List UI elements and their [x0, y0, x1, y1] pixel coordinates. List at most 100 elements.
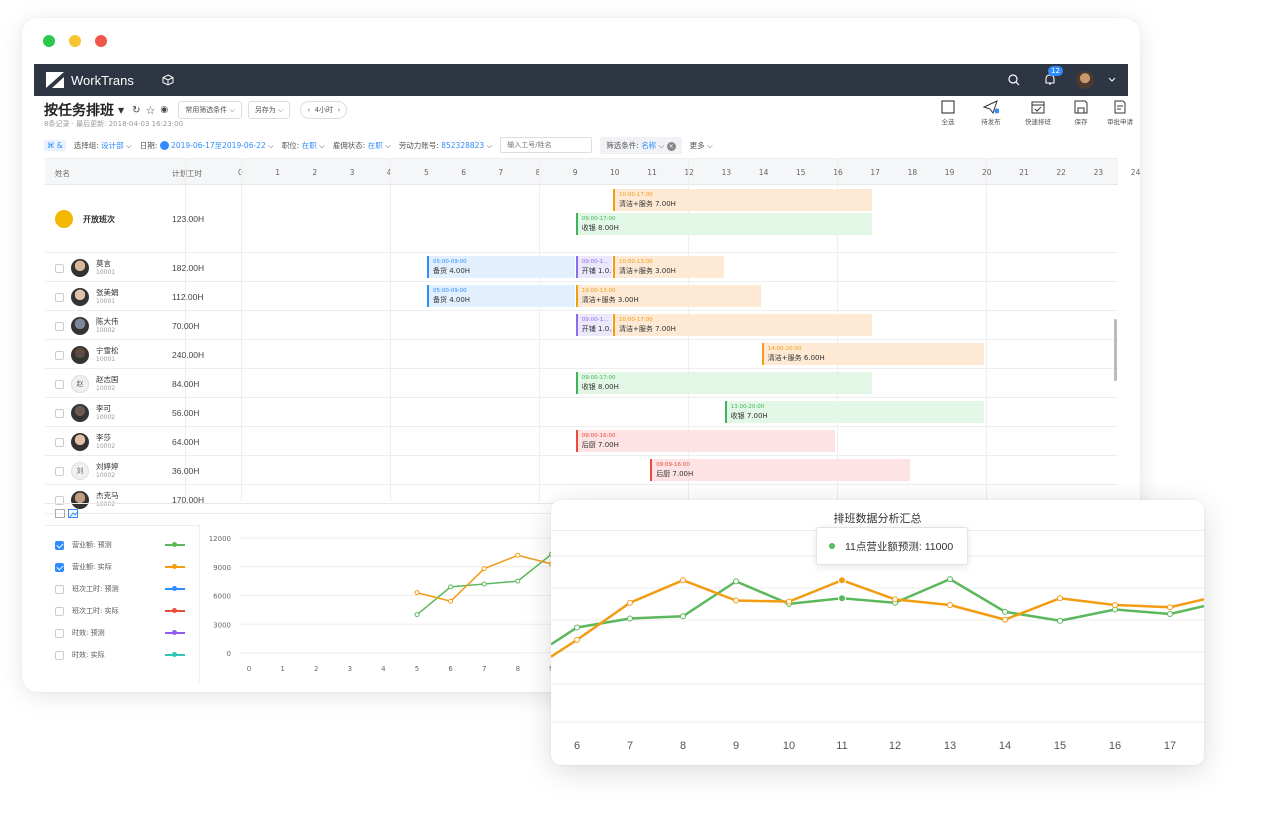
data-point[interactable] [680, 577, 686, 584]
data-point[interactable] [1002, 608, 1008, 615]
maximize-dot[interactable] [95, 35, 107, 47]
shift-block[interactable]: 10:00-13:00 清洁+服务 3.00H [575, 285, 761, 307]
data-point[interactable] [838, 576, 846, 585]
data-point[interactable] [627, 615, 633, 622]
view-toggle[interactable]: ⌘ & [44, 139, 66, 151]
row-checkbox[interactable] [55, 321, 64, 331]
data-point[interactable] [1167, 604, 1173, 611]
table-row[interactable]: 赵赵志国 10002 84.00H 09:00-17:00 收银 8.00H [45, 369, 1118, 398]
legend-item[interactable]: 时效: 预测 [55, 628, 195, 638]
shift-block[interactable]: 09:00-1... 开铺 1.0... [575, 314, 612, 336]
legend-item[interactable]: 班次工时: 实际 [55, 606, 195, 616]
row-checkbox[interactable] [55, 379, 64, 389]
data-point[interactable] [892, 596, 898, 603]
shift-block[interactable]: 10:00-17:00 清洁+服务 7.00H [613, 189, 873, 211]
shift-block[interactable]: 05:00-09:00 备货 4.00H [427, 285, 575, 307]
data-point[interactable] [414, 590, 420, 596]
search-icon[interactable] [1008, 74, 1020, 86]
legend-item[interactable]: 营业额: 实际 [55, 562, 195, 572]
notification-button[interactable]: 12 [1044, 65, 1063, 90]
toolbar-pending-publish[interactable]: 待发布 [973, 100, 1009, 126]
shift-block[interactable]: 10:00-13:00 清洁+服务 3.00H [613, 256, 724, 278]
clear-icon[interactable]: × [666, 141, 676, 151]
date-filter[interactable]: 日期: 2019-06-17至2019-06-22 ⌵ [140, 140, 274, 151]
row-checkbox[interactable] [55, 263, 64, 273]
shift-block[interactable]: 09:00-17:00 收银 8.00H [575, 213, 873, 235]
data-point[interactable] [448, 584, 454, 590]
position-filter[interactable]: 职位: 在职 ⌵ [282, 140, 325, 151]
data-point[interactable] [1167, 611, 1173, 617]
legend-checkbox[interactable] [55, 540, 64, 550]
shift-block[interactable]: 09:09-16:00 后厨 7.00H [650, 459, 910, 481]
legend-checkbox[interactable] [55, 606, 64, 616]
preset-filter-select[interactable]: 常用筛选条件 ⌵ [178, 101, 242, 119]
data-point[interactable] [1002, 616, 1008, 623]
refresh-icon[interactable]: ↻ [132, 105, 140, 116]
data-point[interactable] [1057, 595, 1063, 602]
table-row[interactable]: 陈大伟1000270.00H09:00-1...开铺 1.0...10:00-1… [45, 311, 1118, 340]
row-checkbox[interactable] [55, 466, 64, 476]
data-point[interactable] [1112, 602, 1118, 608]
data-point[interactable] [786, 598, 792, 605]
minimize-dot[interactable] [69, 35, 81, 47]
row-checkbox[interactable] [55, 408, 64, 418]
table-row[interactable]: 张美娟 10001 112.00H 05:00-09:00 备货 4.00H 10:00-… [45, 282, 1118, 311]
save-as-button[interactable]: 另存为 ⌵ [247, 101, 291, 119]
brand-logo[interactable]: WorkTrans [46, 72, 134, 88]
data-point[interactable] [1057, 617, 1063, 624]
data-point[interactable] [414, 612, 420, 618]
legend-checkbox[interactable] [55, 562, 64, 572]
toolbar-select-all[interactable]: 全选 [930, 100, 966, 126]
table-view-icon[interactable] [55, 509, 65, 518]
toolbar-approval[interactable]: 审批申请 [1102, 100, 1138, 126]
data-point[interactable] [733, 578, 739, 585]
legend-item[interactable]: 营业额: 预测 [55, 540, 195, 550]
legend-checkbox[interactable] [55, 628, 64, 638]
eye-icon[interactable]: ◉ [160, 105, 168, 115]
legend-item[interactable]: 时效: 实际 [55, 650, 195, 660]
shift-block[interactable]: 09:00-1... 开铺 1.0... [575, 256, 612, 278]
row-checkbox[interactable] [55, 350, 64, 360]
toolbar-save[interactable]: 保存 [1063, 100, 1099, 126]
line-view-icon[interactable] [68, 509, 79, 518]
table-row[interactable]: 刘刘婷婷 10002 36.00H 09:09-16:00 后厨 7.00H [45, 456, 1118, 485]
legend-checkbox[interactable] [55, 650, 64, 660]
toolbar-quick-schedule[interactable]: 快速排班 [1020, 100, 1056, 126]
data-point[interactable] [947, 602, 953, 608]
more-filter[interactable]: 更多 ⌵ [690, 140, 713, 151]
table-row[interactable]: 李莎 10002 64.00H 09:00-16:00 后厨 7.00H [45, 427, 1118, 456]
shift-block[interactable]: 13:00-20:00 收银 7.00H [724, 401, 984, 423]
data-point[interactable] [481, 566, 487, 572]
title-dropdown-icon[interactable]: ▼ [118, 106, 124, 115]
employee-search-input[interactable] [500, 137, 593, 153]
star-icon[interactable]: ☆ [146, 104, 156, 117]
shift-block[interactable]: 05:00-09:00 备货 4.00H [427, 256, 575, 278]
data-point[interactable] [515, 552, 521, 558]
labor-account-filter[interactable]: 劳动力账号: 852328823 ⌵ [399, 140, 492, 151]
chevron-down-icon[interactable] [1108, 77, 1116, 83]
data-point[interactable] [947, 576, 953, 583]
row-checkbox[interactable] [55, 437, 64, 447]
cube-icon[interactable] [162, 74, 174, 86]
row-checkbox[interactable] [55, 292, 64, 302]
shift-block[interactable]: 10:00-17:00 清洁+服务 7.00H [613, 314, 873, 336]
shift-block[interactable]: 09:00-17:00 收银 8.00H [575, 372, 873, 394]
table-row[interactable]: 宁雪松 10001 240.00H 14:00-20:00 清洁+服务 6.00H [45, 340, 1118, 369]
legend-checkbox[interactable] [55, 584, 64, 594]
data-point[interactable] [680, 613, 686, 620]
data-point[interactable] [574, 636, 580, 643]
legend-item[interactable]: 班次工时: 预测 [55, 584, 195, 594]
condition-filter[interactable]: 筛选条件: 名称 ⌵ × [600, 136, 682, 154]
table-row[interactable]: 莫言 10001 182.00H 05:00-09:00 备货 4.00H 09:00-1… [45, 253, 1118, 282]
shift-block[interactable]: 09:00-16:00 后厨 7.00H [575, 430, 836, 452]
data-point[interactable] [448, 598, 454, 604]
close-dot[interactable] [43, 35, 55, 47]
time-step-switch[interactable]: ‹ 4小时 › [300, 101, 348, 119]
data-point[interactable] [838, 594, 846, 603]
employ-status-filter[interactable]: 雇佣状态: 在职 ⌵ [333, 140, 391, 151]
group-filter[interactable]: 选择组: 设计部 ⌵ [74, 140, 132, 151]
chart-view-switch[interactable] [55, 509, 79, 518]
data-point[interactable] [574, 624, 580, 631]
table-row[interactable]: 李可 10002 56.00H 13:00-20:00 收银 7.00H [45, 398, 1118, 427]
data-point[interactable] [733, 597, 739, 604]
